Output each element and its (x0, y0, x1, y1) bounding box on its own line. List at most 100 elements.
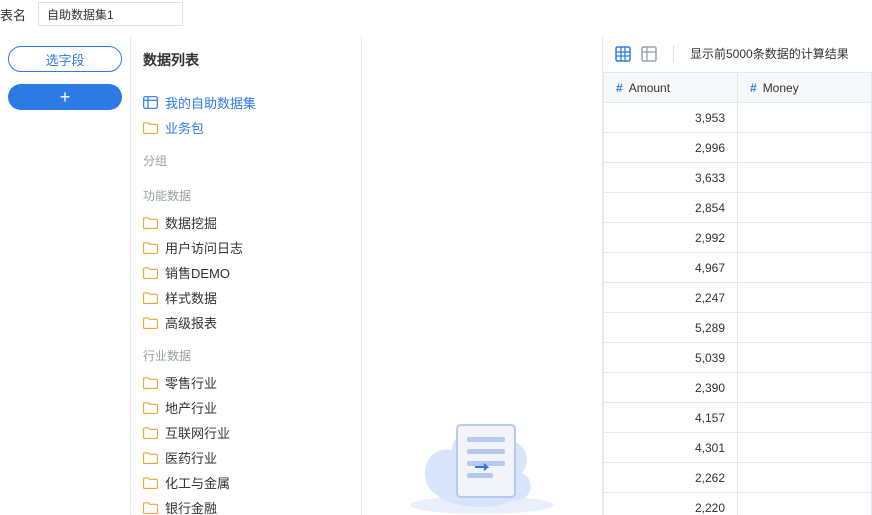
folder-icon (143, 122, 158, 134)
table-cell[interactable]: 5,289 (604, 313, 738, 343)
tree-item-label: 地产行业 (165, 398, 217, 417)
table-cell[interactable] (738, 253, 872, 283)
folder-icon (143, 427, 158, 439)
table-cell[interactable] (738, 193, 872, 223)
number-type-icon: # (750, 81, 757, 95)
folder-icon (143, 377, 158, 389)
column-header[interactable]: # Amount (604, 73, 738, 103)
tree-item[interactable]: 样式数据 (143, 285, 361, 310)
tree-group-label: 功能数据 (143, 175, 361, 210)
data-grid: #Amount#Money 3,9532,9963,6332,8542,9924… (603, 72, 872, 515)
folder-icon (143, 402, 158, 414)
tree-item-label: 化工与金属 (165, 473, 230, 492)
tree-item[interactable]: 地产行业 (143, 395, 361, 420)
table-row: 4,301 (604, 433, 872, 463)
table-row: 4,157 (604, 403, 872, 433)
tree-item[interactable]: 销售DEMO (143, 260, 361, 285)
table-cell[interactable]: 5,039 (604, 343, 738, 373)
tree-item[interactable]: 用户访问日志 (143, 235, 361, 260)
column-header[interactable]: # Money (738, 73, 872, 103)
tree-item-label: 银行金融 (165, 498, 217, 515)
header-row: 表名 (0, 0, 872, 36)
table-cell[interactable]: 2,854 (604, 193, 738, 223)
table-cell[interactable] (738, 133, 872, 163)
preview-toolbar: 显示前5000条数据的计算结果 (603, 36, 872, 72)
table-cell[interactable] (738, 103, 872, 133)
empty-state-illustration (397, 375, 567, 515)
tree-item[interactable]: 互联网行业 (143, 420, 361, 445)
tree-item-label: 数据挖掘 (165, 213, 217, 232)
table-cell[interactable]: 2,992 (604, 223, 738, 253)
table-cell[interactable] (738, 343, 872, 373)
table-cell[interactable] (738, 463, 872, 493)
dataset-icon (143, 96, 158, 109)
tree-item[interactable]: 医药行业 (143, 445, 361, 470)
column-header-label: Money (763, 81, 799, 95)
tree-item-label: 互联网行业 (165, 423, 230, 442)
data-list-panel: 数据列表 我的自助数据集业务包分组功能数据数据挖掘用户访问日志销售DEMO样式数… (130, 36, 362, 515)
preview-panel: 显示前5000条数据的计算结果 # Amount # Money 3,9532,996… (602, 36, 872, 515)
folder-icon (143, 217, 158, 229)
table-name-label: 表名 (0, 5, 26, 24)
folder-icon (143, 452, 158, 464)
main-area: 选字段 + 数据列表 我的自助数据集业务包分组功能数据数据挖掘用户访问日志销售D… (0, 36, 872, 515)
table-row: 2,247 (604, 283, 872, 313)
table-row: 2,854 (604, 193, 872, 223)
tree-group-label: 行业数据 (143, 335, 361, 370)
table-cell[interactable]: 2,247 (604, 283, 738, 313)
table-cell[interactable]: 2,996 (604, 133, 738, 163)
table-cell[interactable] (738, 493, 872, 515)
grid-view-icon[interactable] (615, 46, 631, 62)
tree-item[interactable]: 我的自助数据集 (143, 90, 361, 115)
table-cell[interactable]: 4,967 (604, 253, 738, 283)
table-cell[interactable] (738, 433, 872, 463)
table-cell[interactable] (738, 223, 872, 253)
table-cell[interactable]: 2,220 (604, 493, 738, 515)
folder-icon (143, 317, 158, 329)
tree-item[interactable]: 零售行业 (143, 370, 361, 395)
tree-item[interactable]: 数据挖掘 (143, 210, 361, 235)
select-field-button[interactable]: 选字段 (8, 46, 122, 72)
table-cell[interactable]: 3,633 (604, 163, 738, 193)
toolbar-divider (673, 45, 674, 63)
table-row: 2,262 (604, 463, 872, 493)
preview-info-text: 显示前5000条数据的计算结果 (690, 45, 849, 62)
table-cell[interactable]: 4,301 (604, 433, 738, 463)
table-cell[interactable] (738, 373, 872, 403)
folder-icon (143, 292, 158, 304)
tree-item[interactable]: 化工与金属 (143, 470, 361, 495)
folder-icon (143, 267, 158, 279)
table-cell[interactable]: 3,953 (604, 103, 738, 133)
table-row: 4,967 (604, 253, 872, 283)
table-row: 2,220 (604, 493, 872, 515)
number-type-icon: # (616, 81, 623, 95)
table-cell[interactable] (738, 313, 872, 343)
column-header-label: Amount (629, 81, 670, 95)
group-view-icon[interactable] (641, 46, 657, 62)
table-row: 3,633 (604, 163, 872, 193)
table-cell[interactable]: 4,157 (604, 403, 738, 433)
add-step-button[interactable]: + (8, 84, 122, 110)
tree-item-label: 零售行业 (165, 373, 217, 392)
data-list-title: 数据列表 (143, 50, 361, 70)
folder-icon (143, 477, 158, 489)
table-cell[interactable]: 2,390 (604, 373, 738, 403)
tree-item[interactable]: 业务包 (143, 115, 361, 140)
table-row: 5,289 (604, 313, 872, 343)
table-cell[interactable]: 2,262 (604, 463, 738, 493)
tree-item[interactable]: 银行金融 (143, 495, 361, 515)
tree-item-label: 用户访问日志 (165, 238, 243, 257)
table-cell[interactable] (738, 403, 872, 433)
table-row: 2,996 (604, 133, 872, 163)
left-column: 选字段 + (0, 36, 130, 515)
table-cell[interactable] (738, 163, 872, 193)
table-cell[interactable] (738, 283, 872, 313)
folder-icon (143, 502, 158, 514)
tree-item-label: 医药行业 (165, 448, 217, 467)
tree-item[interactable]: 高级报表 (143, 310, 361, 335)
table-row: 2,992 (604, 223, 872, 253)
table-row: 5,039 (604, 343, 872, 373)
table-row: 2,390 (604, 373, 872, 403)
tree-item-label: 销售DEMO (165, 263, 230, 282)
table-name-input[interactable] (38, 2, 183, 26)
